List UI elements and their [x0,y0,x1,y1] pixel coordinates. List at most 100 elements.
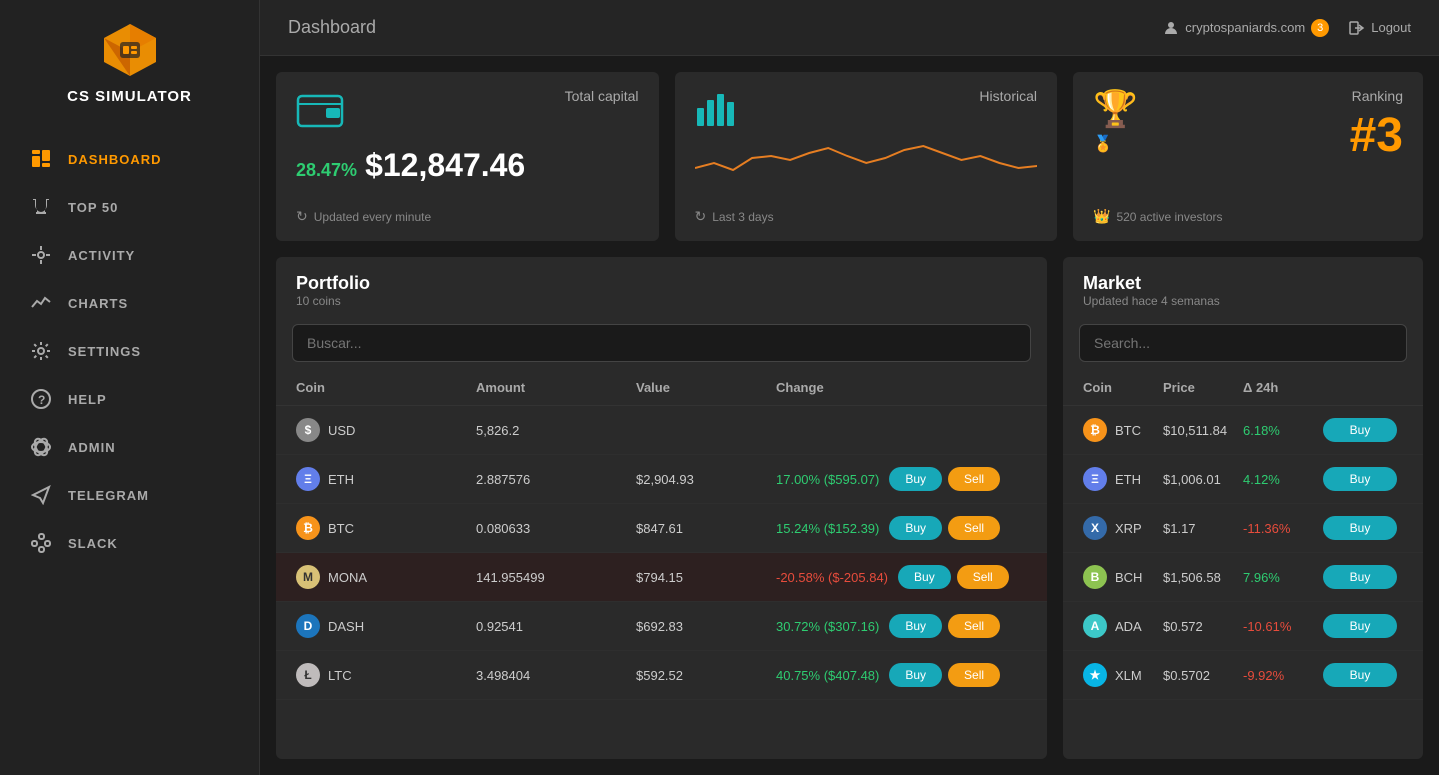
portfolio-table-body: $ USD 5,826.2 Ξ ETH 2.887576 $2,904.93 [276,406,1047,759]
coin-cell: Ξ ETH [296,467,476,491]
market-row: Ξ ETH $1,006.01 4.12% Buy [1063,455,1423,504]
card-total-sub: ↻ Updated every minute [296,208,639,225]
logout-icon [1349,20,1365,36]
card-historical: Historical ↻ Last 3 days [675,72,1058,241]
trophy-icon [30,196,52,218]
coin-value: $847.61 [636,521,776,536]
sidebar-item-slack[interactable]: SLACK [0,519,259,567]
activity-icon [30,244,52,266]
sidebar-item-dashboard[interactable]: DASHBOARD [0,135,259,183]
eth-coin-icon: Ξ [296,467,320,491]
action-buttons: 40.75% ($407.48) Buy Sell [776,663,1027,687]
market-price: $1,506.58 [1163,570,1243,585]
coin-amount: 0.92541 [476,619,636,634]
sell-button[interactable]: Sell [948,467,1000,491]
buy-button[interactable]: Buy [889,516,942,540]
buy-button[interactable]: Buy [889,614,942,638]
market-coin-name: ETH [1115,472,1141,487]
user-menu[interactable]: cryptospaniards.com 3 [1163,19,1329,37]
sidebar-item-help[interactable]: ? HELP [0,375,259,423]
buy-button[interactable]: Buy [889,467,942,491]
market-buy-button[interactable]: Buy [1323,516,1397,540]
market-buy-button[interactable]: Buy [1323,614,1397,638]
coin-change: 17.00% ($595.07) [776,472,879,487]
sell-button[interactable]: Sell [948,516,1000,540]
sell-button[interactable]: Sell [957,565,1009,589]
card-ranking: 🏆 🏅 Ranking #3 👑 520 active investors [1073,72,1423,241]
market-buy-button[interactable]: Buy [1323,467,1397,491]
xlm-market-icon: ★ [1083,663,1107,687]
help-icon: ? [30,388,52,410]
action-buttons: 17.00% ($595.07) Buy Sell [776,467,1027,491]
coin-amount: 3.498404 [476,668,636,683]
market-header: Market Updated hace 4 semanas [1063,257,1423,316]
market-coin-cell: X XRP [1083,516,1163,540]
market-coin-name: BCH [1115,570,1142,585]
market-search-input[interactable] [1094,335,1392,351]
coin-name: ETH [328,472,354,487]
coin-value: $2,904.93 [636,472,776,487]
eth-market-icon: Ξ [1083,467,1107,491]
bch-market-icon: B [1083,565,1107,589]
coin-value: $692.83 [636,619,776,634]
market-buy-button[interactable]: Buy [1323,565,1397,589]
coin-change: 15.24% ($152.39) [776,521,879,536]
market-row: ★ XLM $0.5702 -9.92% Buy [1063,651,1423,700]
buy-button[interactable]: Buy [889,663,942,687]
sell-button[interactable]: Sell [948,614,1000,638]
action-buttons: 15.24% ($152.39) Buy Sell [776,516,1027,540]
coin-name: USD [328,423,355,438]
market-sub: Updated hace 4 semanas [1083,294,1403,308]
coin-cell: D DASH [296,614,476,638]
market-buy-button[interactable]: Buy [1323,418,1397,442]
market-price: $0.572 [1163,619,1243,634]
cards-row: Total capital 28.47% $12,847.46 ↻ Update… [260,56,1439,241]
ranking-value: #3 [1350,108,1403,163]
buy-button[interactable]: Buy [898,565,951,589]
sidebar-item-settings[interactable]: SETTINGS [0,327,259,375]
market-change: -10.61% [1243,619,1323,634]
sidebar-item-charts[interactable]: CHARTS [0,279,259,327]
sidebar-item-activity[interactable]: ACTIVITY [0,231,259,279]
market-row: B BCH $1,506.58 7.96% Buy [1063,553,1423,602]
coin-name: LTC [328,668,352,683]
card-ranking-label: Ranking [1352,88,1403,104]
market-row: ₿ BTC $10,511.84 6.18% Buy [1063,406,1423,455]
sell-button[interactable]: Sell [948,663,1000,687]
historical-chart [695,128,1038,198]
market-price: $1,006.01 [1163,472,1243,487]
market-search-bar[interactable] [1079,324,1407,362]
content-area: Portfolio 10 coins Coin Amount Value Cha… [260,241,1439,775]
medal-icon: 🏅 [1093,134,1113,154]
coin-name: DASH [328,619,364,634]
market-change: 4.12% [1243,472,1323,487]
trophy-icon: 🏆 [1093,88,1138,130]
gear-icon [30,340,52,362]
portfolio-search-input[interactable] [307,335,1016,351]
logo-title: CS SIMULATOR [67,88,192,105]
sidebar-item-admin[interactable]: ADMIN [0,423,259,471]
market-coin-cell: Ξ ETH [1083,467,1163,491]
logo-icon [100,20,160,80]
mona-coin-icon: M [296,565,320,589]
logout-button[interactable]: Logout [1349,20,1411,36]
market-coin-cell: A ADA [1083,614,1163,638]
card-historical-sub: ↻ Last 3 days [695,208,1038,225]
card-ranking-sub: 👑 520 active investors [1093,208,1403,225]
market-buy-button[interactable]: Buy [1323,663,1397,687]
portfolio-panel: Portfolio 10 coins Coin Amount Value Cha… [276,257,1047,759]
portfolio-sub: 10 coins [296,294,1027,308]
sidebar-item-telegram[interactable]: TELEGRAM [0,471,259,519]
usd-coin-icon: $ [296,418,320,442]
coin-amount: 0.080633 [476,521,636,536]
sidebar-item-top50[interactable]: TOP 50 [0,183,259,231]
market-coin-cell: B BCH [1083,565,1163,589]
action-buttons: 30.72% ($307.16) Buy Sell [776,614,1027,638]
portfolio-title: Portfolio [296,273,1027,294]
card-historical-label: Historical [979,88,1037,104]
sidebar-label-charts: CHARTS [68,296,128,311]
table-row: $ USD 5,826.2 [276,406,1047,455]
market-change: 6.18% [1243,423,1323,438]
wallet-icon [296,88,344,128]
portfolio-search-bar[interactable] [292,324,1031,362]
